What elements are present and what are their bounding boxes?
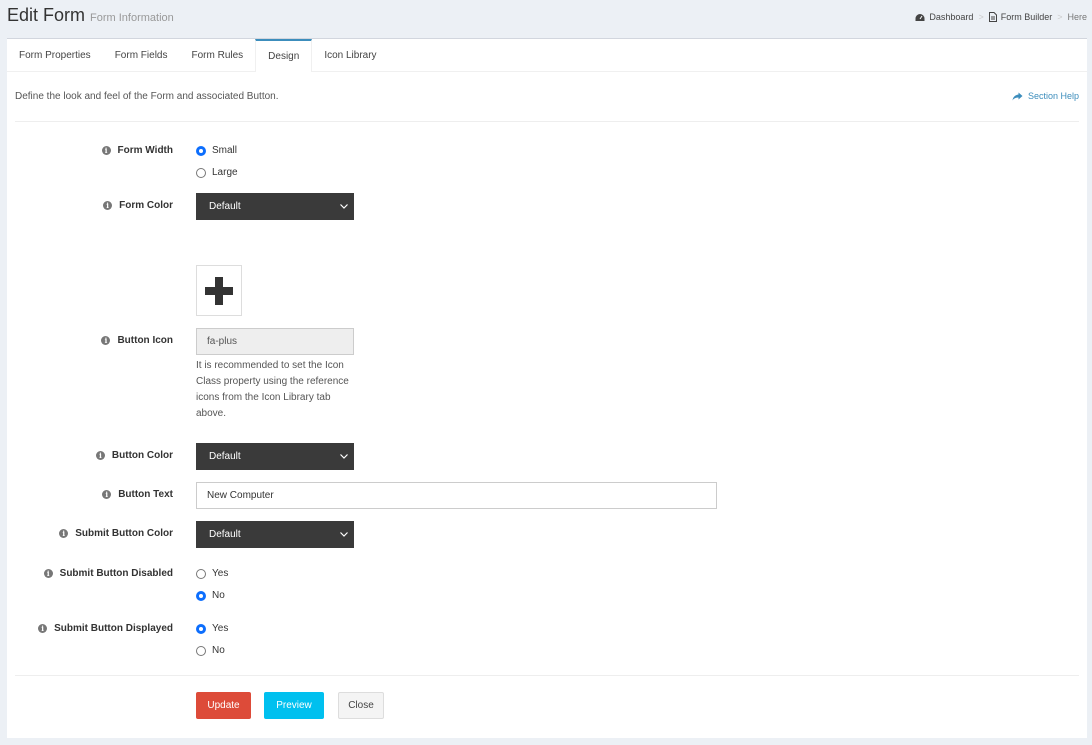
divider	[15, 675, 1079, 676]
submit-button-disabled-label: i Submit Button Disabled	[43, 568, 173, 579]
section-help-link[interactable]: Section Help	[1012, 91, 1079, 101]
form-width-large-radio[interactable]: Large	[196, 167, 238, 178]
divider	[15, 121, 1079, 122]
share-icon	[1012, 92, 1023, 100]
submit-button-displayed-label-text: Submit Button Displayed	[54, 623, 173, 634]
select-value: Default	[209, 529, 241, 540]
button-color-label-text: Button Color	[111, 450, 173, 461]
button-text-input[interactable]: New Computer	[196, 482, 717, 509]
button-icon-label: i Button Icon	[101, 335, 173, 346]
main-panel: Form Properties Form Fields Form Rules D…	[7, 38, 1087, 738]
close-button[interactable]: Close	[338, 692, 384, 719]
submit-button-color-select[interactable]: Default	[196, 521, 354, 548]
breadcrumb-separator: >	[978, 12, 984, 22]
tab-form-fields[interactable]: Form Fields	[103, 39, 180, 72]
button-icon-label-text: Button Icon	[117, 335, 173, 346]
submit-displayed-no-radio[interactable]: No	[196, 645, 225, 656]
radio-unchecked-icon	[196, 568, 206, 579]
submit-button-displayed-label: i Submit Button Displayed	[38, 623, 173, 634]
update-button[interactable]: Update	[196, 692, 251, 719]
chevron-down-icon	[340, 454, 348, 459]
page-subtitle: Form Information	[90, 12, 174, 24]
button-color-label: i Button Color	[95, 450, 173, 461]
plus-icon	[205, 276, 233, 305]
button-color-select[interactable]: Default	[196, 443, 354, 470]
submit-button-color-label: i Submit Button Color	[59, 528, 173, 539]
file-icon	[988, 12, 997, 22]
button-icon-preview	[196, 265, 242, 316]
info-icon[interactable]: i	[101, 146, 111, 155]
submit-button-disabled-label-text: Submit Button Disabled	[59, 568, 173, 579]
breadcrumb-form-builder[interactable]: Form Builder	[988, 12, 1053, 22]
button-text-label-text: Button Text	[118, 489, 173, 500]
button-text-label: i Button Text	[102, 489, 173, 500]
breadcrumb-separator: >	[1057, 12, 1063, 22]
info-icon[interactable]: i	[95, 451, 105, 460]
form-color-label: i Form Color	[103, 200, 173, 211]
chevron-down-icon	[340, 204, 348, 209]
info-icon[interactable]: i	[59, 529, 69, 538]
tab-icon-library[interactable]: Icon Library	[312, 39, 388, 72]
breadcrumb-form-builder-label: Form Builder	[1000, 12, 1053, 22]
radio-checked-icon	[196, 623, 206, 634]
tab-form-properties[interactable]: Form Properties	[7, 39, 103, 72]
breadcrumb: Dashboard > Form Builder > Here	[915, 12, 1087, 22]
radio-checked-icon	[196, 590, 206, 601]
radio-unchecked-icon	[196, 167, 206, 178]
page-title-text: Edit Form	[7, 5, 86, 25]
radio-label: No	[212, 645, 225, 656]
section-help-label: Section Help	[1027, 91, 1079, 101]
tab-form-rules[interactable]: Form Rules	[179, 39, 255, 72]
button-icon-help-text: It is recommended to set the Icon Class …	[196, 360, 349, 419]
form-width-small-radio[interactable]: Small	[196, 145, 237, 156]
dashboard-icon	[915, 13, 925, 21]
form-color-select[interactable]: Default	[196, 193, 354, 220]
info-icon[interactable]: i	[103, 201, 113, 210]
form-color-label-text: Form Color	[119, 200, 173, 211]
radio-label: Yes	[212, 568, 229, 579]
breadcrumb-current: Here	[1067, 12, 1087, 22]
form-width-label: i Form Width	[101, 145, 173, 156]
page-title: Edit Form Form Information	[7, 5, 174, 26]
submit-disabled-no-radio[interactable]: No	[196, 590, 225, 601]
info-icon[interactable]: i	[38, 624, 48, 633]
chevron-down-icon	[340, 532, 348, 537]
info-icon[interactable]: i	[43, 569, 53, 578]
tab-bar: Form Properties Form Fields Form Rules D…	[7, 39, 1087, 72]
breadcrumb-dashboard[interactable]: Dashboard	[915, 12, 973, 22]
breadcrumb-dashboard-label: Dashboard	[929, 12, 974, 22]
radio-label: Large	[212, 167, 238, 178]
tab-design[interactable]: Design	[255, 39, 313, 72]
radio-unchecked-icon	[196, 645, 206, 656]
select-value: Default	[209, 451, 241, 462]
submit-button-color-label-text: Submit Button Color	[75, 528, 173, 539]
submit-displayed-yes-radio[interactable]: Yes	[196, 623, 228, 634]
button-icon-input[interactable]: fa-plus	[196, 328, 354, 355]
info-icon[interactable]: i	[102, 490, 112, 499]
section-description: Define the look and feel of the Form and…	[15, 91, 279, 102]
submit-disabled-yes-radio[interactable]: Yes	[196, 568, 228, 579]
radio-label: Yes	[212, 623, 229, 634]
preview-button[interactable]: Preview	[264, 692, 324, 719]
select-value: Default	[209, 201, 241, 212]
radio-label: No	[212, 590, 225, 601]
info-icon[interactable]: i	[101, 336, 111, 345]
page-header: Edit Form Form Information Dashboard > Fo…	[0, 0, 1092, 38]
radio-checked-icon	[196, 145, 206, 156]
form-width-label-text: Form Width	[117, 145, 173, 156]
radio-label: Small	[212, 145, 238, 156]
